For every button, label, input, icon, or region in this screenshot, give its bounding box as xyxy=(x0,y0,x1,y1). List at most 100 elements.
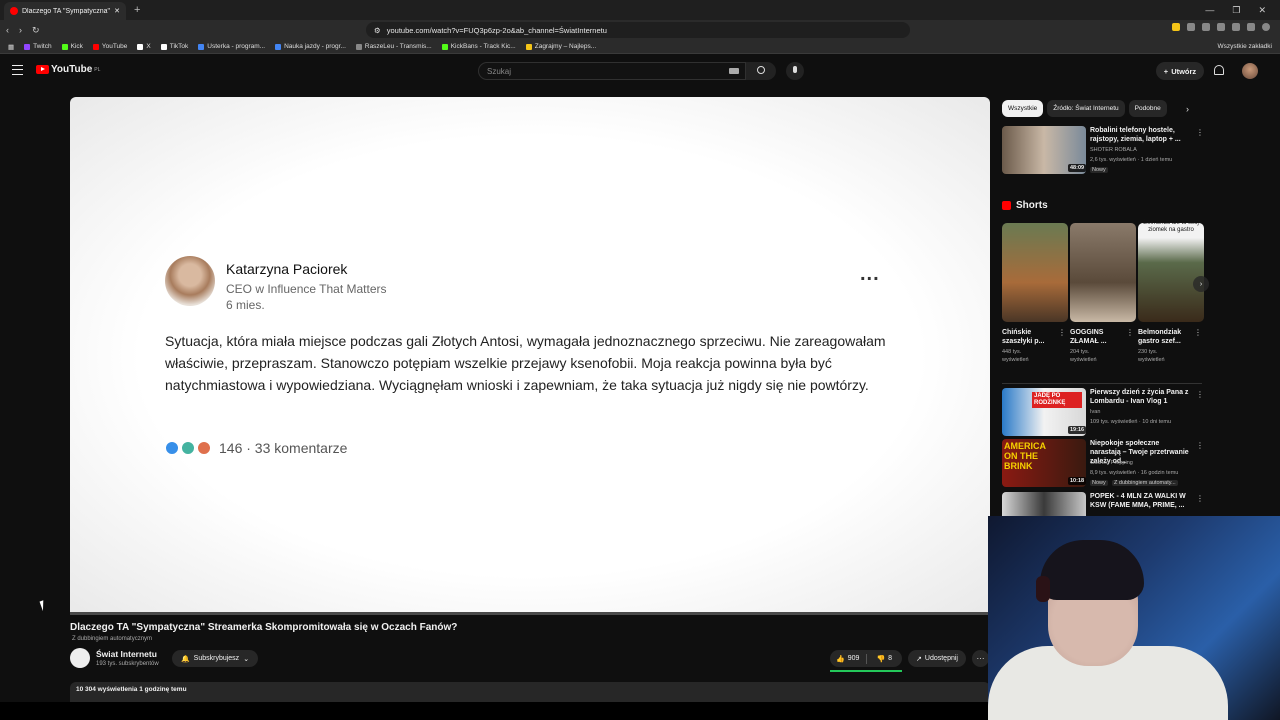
recommendation-item[interactable]: POPEK - 4 MLN ZA WALKI W KSW (FAME MMA, … xyxy=(1002,492,1202,516)
chip-similar[interactable]: Podobne xyxy=(1128,100,1167,117)
notifications-bell-icon[interactable] xyxy=(1214,65,1224,75)
keyboard-icon[interactable] xyxy=(729,68,739,74)
bookmark-label: RaszeLeu - Transmis... xyxy=(364,43,432,50)
short-title[interactable]: Belmondziak gastro szef... xyxy=(1138,328,1194,346)
more-vert-icon[interactable]: ⋮ xyxy=(1196,390,1204,399)
rec-title[interactable]: Pierwszy dzień z życia Pana z Lombardu -… xyxy=(1090,388,1190,406)
short-thumbnail[interactable] xyxy=(1002,223,1068,322)
extension-icon[interactable] xyxy=(1217,23,1225,31)
create-button[interactable]: + Utwórz xyxy=(1156,62,1204,80)
rec-title[interactable]: POPEK - 4 MLN ZA WALKI W KSW (FAME MMA, … xyxy=(1090,492,1190,510)
video-player[interactable]: Katarzyna Paciorek CEO w Influence That … xyxy=(70,97,990,615)
close-window-icon[interactable]: ✕ xyxy=(1258,5,1266,16)
profile-icon[interactable] xyxy=(1262,23,1270,31)
all-bookmarks-link[interactable]: Wszystkie zakładki xyxy=(1217,43,1272,50)
search-button[interactable] xyxy=(746,62,776,80)
bookmark-item[interactable]: RaszeLeu - Transmis... xyxy=(355,43,432,50)
menu-icon[interactable] xyxy=(12,65,23,75)
more-actions-button[interactable]: ··· xyxy=(972,650,989,667)
subscribe-button[interactable]: 🔔 Subskrybujesz ⌄ xyxy=(172,650,258,667)
more-vert-icon[interactable]: ⋮ xyxy=(1196,494,1202,503)
forward-icon[interactable]: › xyxy=(19,25,22,35)
recommendation-item[interactable]: 48:09 Robalini telefony hostele, rajstop… xyxy=(1002,126,1204,176)
description-box[interactable]: 10 304 wyświetlenia 1 godzinę temu xyxy=(70,682,990,702)
back-icon[interactable]: ‹ xyxy=(6,25,9,35)
maximize-icon[interactable]: ❐ xyxy=(1232,5,1240,16)
divider xyxy=(1002,383,1202,384)
like-button[interactable]: 👍 909 xyxy=(830,655,866,663)
new-tab-button[interactable]: + xyxy=(134,4,140,16)
short-thumbnail[interactable] xyxy=(1138,223,1204,322)
short-item[interactable]: Chińskie szaszłyki p... 448 tys. wyświet… xyxy=(1002,223,1068,364)
minimize-icon[interactable]: — xyxy=(1205,5,1214,16)
apps-icon[interactable]: ▦ xyxy=(8,43,14,51)
reload-icon[interactable]: ↻ xyxy=(32,25,40,36)
dislike-button[interactable]: 👎 8 xyxy=(867,655,903,663)
bookmark-item[interactable]: Kick xyxy=(61,43,83,50)
bookmark-label: X xyxy=(146,43,151,50)
account-avatar[interactable] xyxy=(1242,63,1258,79)
short-item[interactable]: Belmondziak gastro szef... 230 tys. wyśw… xyxy=(1138,223,1204,364)
short-title[interactable]: GOGGINS ZŁAMAŁ ... xyxy=(1070,328,1126,346)
more-vert-icon[interactable]: ⋮ xyxy=(1126,328,1134,337)
share-button[interactable]: ↗ Udostępnij xyxy=(908,650,966,667)
close-tab-icon[interactable]: ✕ xyxy=(114,7,120,15)
extension-icon[interactable] xyxy=(1232,23,1240,31)
bookmark-item[interactable]: TikTok xyxy=(160,43,189,50)
reactions-count: 146 · 33 komentarze xyxy=(219,440,348,456)
bookmark-favicon-icon xyxy=(137,43,144,50)
rec-meta: 8,9 tys. wyświetleń · 16 godzin temu xyxy=(1090,470,1179,476)
site-info-icon[interactable]: ⚙ xyxy=(374,26,381,35)
bookmark-item[interactable]: Usterka - program... xyxy=(198,43,265,50)
rec-channel[interactable]: Goshen Prepping xyxy=(1090,460,1133,466)
bookmark-item[interactable]: Twitch xyxy=(24,43,52,50)
youtube-play-icon xyxy=(36,65,49,74)
short-title[interactable]: Chińskie szaszłyki p... xyxy=(1002,328,1058,346)
chip-all[interactable]: Wszystkie xyxy=(1002,100,1044,117)
address-bar[interactable]: ⚙ youtube.com/watch?v=FUQ3p6zp-2o&ab_cha… xyxy=(366,22,910,38)
like-count: 909 xyxy=(847,655,860,662)
rec-channel[interactable]: Ivan xyxy=(1090,409,1100,415)
bookmark-item[interactable]: Zagrajmy – Najleps... xyxy=(525,43,596,50)
plus-icon: + xyxy=(1163,66,1169,76)
mouse-cursor xyxy=(39,598,51,612)
video-progress-bar[interactable] xyxy=(70,612,990,615)
bookmark-item[interactable]: X xyxy=(137,43,151,50)
extension-icon[interactable] xyxy=(1187,23,1195,31)
new-badge: Nowy xyxy=(1090,480,1108,486)
youtube-logo[interactable]: YouTube PL xyxy=(36,64,100,75)
search-input[interactable]: Szukaj xyxy=(478,62,746,80)
extensions-area xyxy=(1172,23,1270,31)
extension-icon[interactable] xyxy=(1202,23,1210,31)
bookmark-item[interactable]: KickBans - Track Kic... xyxy=(441,43,516,50)
video-thumbnail[interactable] xyxy=(1002,492,1086,516)
bookmarks-bar: ▦ Twitch Kick YouTube X TikTok Usterka - prog… xyxy=(0,40,1280,54)
bookmark-label: TikTok xyxy=(169,43,189,50)
extension-icon[interactable] xyxy=(1247,23,1255,31)
rec-title[interactable]: Robalini telefony hostele, rajstopy, zie… xyxy=(1090,126,1190,144)
bookmark-item[interactable]: YouTube xyxy=(92,43,127,50)
more-vert-icon[interactable]: ⋮ xyxy=(1196,128,1204,137)
bell-icon: 🔔 xyxy=(180,655,190,663)
dubbing-label: Z dubbingiem automatycznym xyxy=(72,636,153,642)
more-vert-icon[interactable]: ⋮ xyxy=(1196,441,1204,450)
channel-name[interactable]: Świat Internetu xyxy=(96,649,157,659)
more-vert-icon[interactable]: ⋮ xyxy=(1058,328,1066,337)
short-thumbnail[interactable] xyxy=(1070,223,1136,322)
share-icon: ↗ xyxy=(916,655,922,663)
channel-avatar[interactable] xyxy=(70,648,90,668)
dislike-count: 8 xyxy=(888,655,893,662)
chevron-right-icon[interactable]: › xyxy=(1193,276,1209,292)
voice-search-icon[interactable] xyxy=(786,62,804,80)
recommendation-item[interactable]: AMERICA ON THE BRINK 10:18 Niepokoje spo… xyxy=(1002,439,1204,489)
extension-icon[interactable] xyxy=(1172,23,1180,31)
recommendation-item[interactable]: JADĘ PO RODZINKĘ 19:16 Pierwszy dzień z … xyxy=(1002,388,1204,438)
browser-tab[interactable]: Dlaczego TA "Sympatyczna" ✕ xyxy=(4,2,126,20)
short-views: 448 tys. wyświetleń xyxy=(1002,349,1029,363)
bookmark-item[interactable]: Nauka jazdy - progr... xyxy=(275,43,346,50)
more-vert-icon[interactable]: ⋮ xyxy=(1194,328,1202,337)
rec-channel[interactable]: SHOTER ROBALA xyxy=(1090,147,1137,153)
chip-source[interactable]: Źródło: Świat Internetu xyxy=(1047,100,1125,117)
chevron-right-icon[interactable]: › xyxy=(1186,104,1189,114)
short-item[interactable]: GOGGINS ZŁAMAŁ ... 204 tys. wyświetleń ⋮ xyxy=(1070,223,1136,364)
